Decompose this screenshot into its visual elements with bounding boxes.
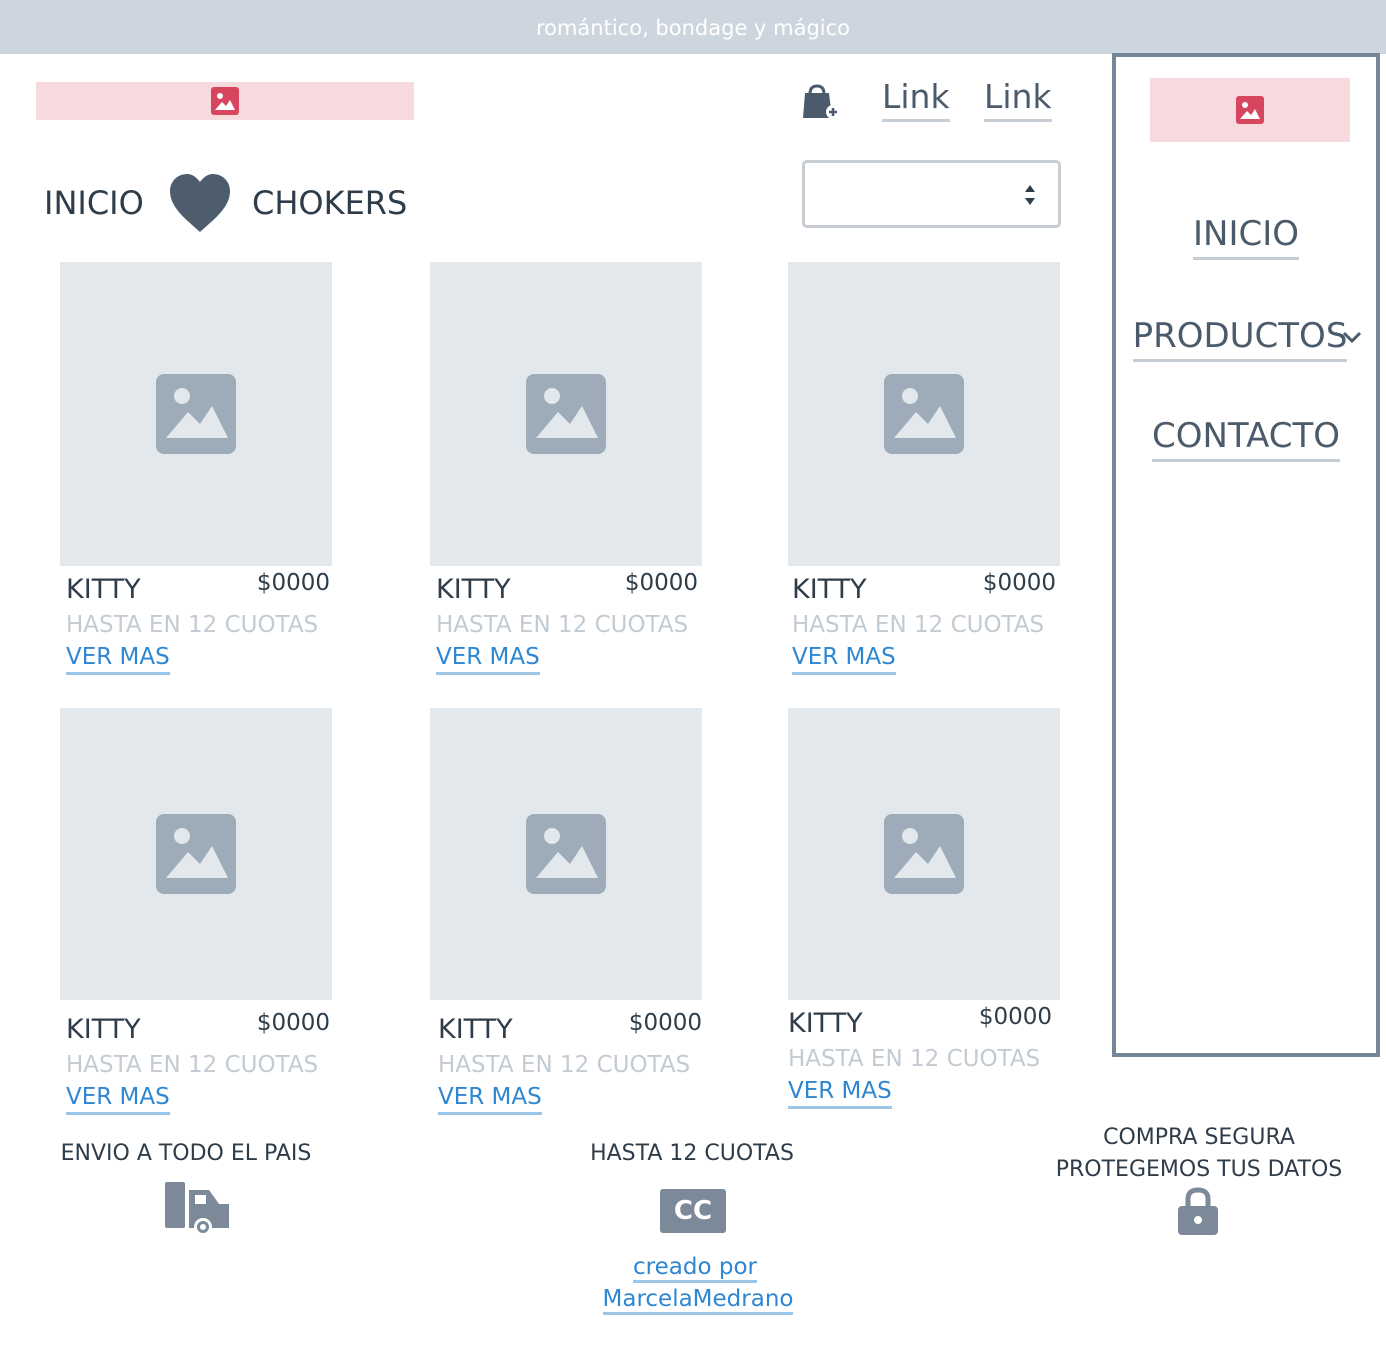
breadcrumb-current: CHOKERS	[252, 184, 408, 222]
credit-line1[interactable]: creado por	[594, 1251, 796, 1283]
image-icon	[526, 374, 606, 454]
product-name: KITTY	[792, 574, 867, 605]
product-price: $0000	[256, 570, 330, 596]
sidebar-item-label: INICIO	[1192, 217, 1300, 260]
select-arrows-icon	[1025, 185, 1035, 205]
ver-mas-link[interactable]: VER MAS	[788, 1080, 892, 1109]
product-image[interactable]	[60, 262, 332, 566]
product-card[interactable]: KITTY $0000 HASTA EN 12 CUOTAS VER MAS	[788, 262, 1060, 675]
image-icon	[156, 814, 236, 894]
product-card[interactable]: KITTY $0000 HASTA EN 12 CUOTAS VER MAS	[430, 262, 702, 675]
product-image[interactable]	[788, 262, 1060, 566]
sort-select[interactable]	[802, 160, 1061, 228]
chevron-down-icon[interactable]	[1342, 331, 1362, 343]
lock-icon	[1178, 1187, 1218, 1235]
announcement-text: romántico, bondage y mágico	[535, 16, 851, 40]
truck-icon	[165, 1182, 229, 1236]
ver-mas-link[interactable]: VER MAS	[436, 646, 540, 675]
product-name: KITTY	[66, 574, 141, 605]
cart-icon[interactable]	[800, 80, 840, 120]
product-installments: HASTA EN 12 CUOTAS	[788, 1046, 1041, 1072]
installments-text: HASTA 12 CUOTAS	[590, 1141, 794, 1166]
product-price: $0000	[978, 1004, 1052, 1030]
header-link-2[interactable]: Link	[984, 80, 1052, 122]
sidebar-item-label: CONTACTO	[1152, 419, 1340, 462]
ver-mas-link[interactable]: VER MAS	[66, 646, 170, 675]
sidebar-logo[interactable]	[1150, 78, 1350, 142]
product-card[interactable]: KITTY $0000 HASTA EN 12 CUOTAS VER MAS	[60, 262, 332, 675]
card-badge-label: CC	[673, 1196, 713, 1226]
product-card[interactable]: KITTY $0000 HASTA EN 12 CUOTAS VER MAS	[430, 708, 702, 1115]
sidebar-menu: INICIO PRODUCTOS CONTACTO	[1112, 53, 1380, 1057]
product-name: KITTY	[438, 1014, 513, 1045]
product-price: $0000	[256, 1010, 330, 1036]
heart-icon	[170, 174, 230, 232]
secure-text-line1: COMPRA SEGURA	[1103, 1125, 1295, 1150]
image-icon	[156, 374, 236, 454]
product-installments: HASTA EN 12 CUOTAS	[436, 612, 689, 638]
image-icon	[1236, 96, 1264, 124]
product-installments: HASTA EN 12 CUOTAS	[66, 612, 319, 638]
product-image[interactable]	[430, 262, 702, 566]
logo[interactable]	[36, 82, 414, 120]
shipping-text: ENVIO A TODO EL PAIS	[60, 1141, 312, 1166]
sidebar-item-contacto[interactable]: CONTACTO	[1116, 419, 1376, 462]
credit-card-icon: CC	[660, 1189, 726, 1233]
product-price: $0000	[628, 1010, 702, 1036]
product-name: KITTY	[66, 1014, 141, 1045]
header-link-1[interactable]: Link	[882, 80, 950, 122]
product-image[interactable]	[788, 708, 1060, 1000]
credit-text[interactable]: creado por	[633, 1254, 757, 1283]
product-name: KITTY	[436, 574, 511, 605]
product-price: $0000	[624, 570, 698, 596]
product-installments: HASTA EN 12 CUOTAS	[792, 612, 1045, 638]
product-image[interactable]	[60, 708, 332, 1000]
secure-text-line2: PROTEGEMOS TUS DATOS	[1055, 1157, 1343, 1182]
credit-line2[interactable]: MarcelaMedrano	[594, 1283, 802, 1315]
breadcrumb-home[interactable]: INICIO	[44, 187, 144, 219]
image-icon	[526, 814, 606, 894]
sidebar-item-inicio[interactable]: INICIO	[1116, 217, 1376, 260]
sidebar-item-label: PRODUCTOS	[1132, 319, 1348, 362]
ver-mas-link[interactable]: VER MAS	[438, 1086, 542, 1115]
product-price: $0000	[982, 570, 1056, 596]
ver-mas-link[interactable]: VER MAS	[792, 646, 896, 675]
announcement-bar: romántico, bondage y mágico	[0, 0, 1386, 54]
product-card[interactable]: KITTY $0000 HASTA EN 12 CUOTAS VER MAS	[788, 708, 1060, 1109]
image-icon	[211, 87, 239, 115]
product-installments: HASTA EN 12 CUOTAS	[66, 1052, 319, 1078]
image-icon	[884, 814, 964, 894]
product-image[interactable]	[430, 708, 702, 1000]
ver-mas-link[interactable]: VER MAS	[66, 1086, 170, 1115]
image-icon	[884, 374, 964, 454]
product-installments: HASTA EN 12 CUOTAS	[438, 1052, 691, 1078]
product-name: KITTY	[788, 1008, 863, 1039]
credit-author-link[interactable]: MarcelaMedrano	[602, 1286, 794, 1315]
sidebar-item-productos[interactable]: PRODUCTOS	[1110, 319, 1370, 362]
product-card[interactable]: KITTY $0000 HASTA EN 12 CUOTAS VER MAS	[60, 708, 332, 1115]
